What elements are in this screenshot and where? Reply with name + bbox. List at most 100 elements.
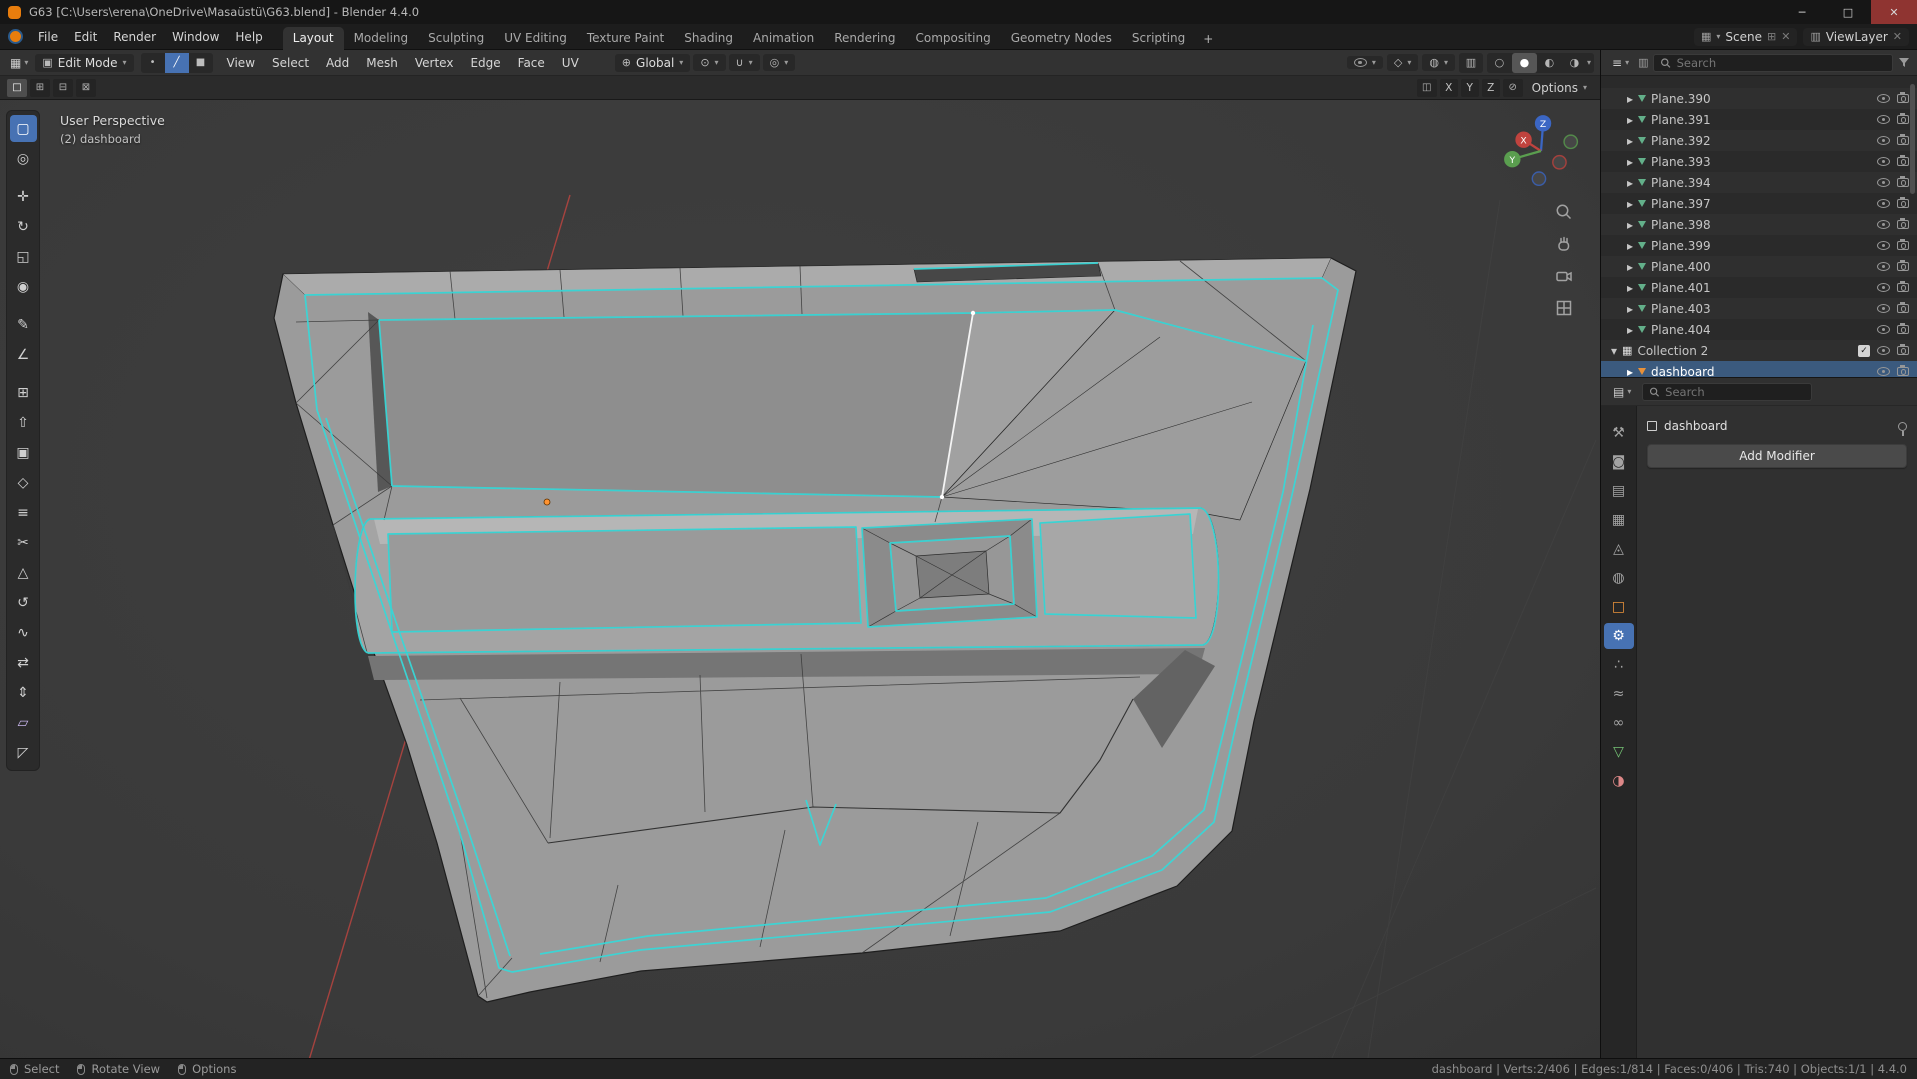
vertex-select-button[interactable]: • — [141, 53, 165, 73]
outliner-row[interactable]: ▸ Plane.399 — [1601, 235, 1917, 256]
menu-render[interactable]: Render — [105, 24, 164, 50]
menu-edge[interactable]: Edge — [463, 50, 507, 76]
disable-render-icon[interactable] — [1897, 94, 1909, 103]
outliner-row[interactable]: ▸ Plane.390 — [1601, 88, 1917, 109]
workspace-tab-sculpting[interactable]: Sculpting — [418, 27, 494, 50]
hide-viewport-icon[interactable] — [1877, 325, 1890, 334]
gizmos-dropdown[interactable]: ◇ ▾ — [1387, 54, 1418, 71]
tool-loop-cut[interactable]: ≡ — [10, 499, 37, 526]
disable-render-icon[interactable] — [1897, 220, 1909, 229]
hide-viewport-icon[interactable] — [1877, 346, 1890, 355]
maximize-button[interactable]: □ — [1825, 0, 1871, 24]
expand-icon[interactable]: ▸ — [1627, 302, 1633, 316]
mesh-object-dashboard[interactable] — [0, 100, 1600, 1058]
workspace-tab-layout[interactable]: Layout — [283, 27, 344, 50]
expand-icon[interactable]: ▸ — [1627, 92, 1633, 106]
expand-icon[interactable]: ▸ — [1627, 323, 1633, 337]
workspace-tab-rendering[interactable]: Rendering — [824, 27, 905, 50]
display-mode-icon[interactable]: ▥ — [1638, 56, 1648, 69]
hide-viewport-icon[interactable] — [1877, 241, 1890, 250]
select-extend-button[interactable]: ⊞ — [30, 79, 50, 97]
tab-physics[interactable]: ≈ — [1604, 681, 1634, 707]
hide-viewport-icon[interactable] — [1877, 136, 1890, 145]
tool-smooth[interactable]: ∿ — [10, 619, 37, 646]
tool-bevel[interactable]: ◇ — [10, 469, 37, 496]
tab-particles[interactable]: ∴ — [1604, 652, 1634, 678]
mirror-y-toggle[interactable]: Y — [1461, 79, 1479, 97]
tool-measure[interactable]: ∠ — [10, 341, 37, 368]
select-subtract-button[interactable]: ⊟ — [53, 79, 73, 97]
outliner-row[interactable]: ▸ Plane.393 — [1601, 151, 1917, 172]
outliner-search-input[interactable] — [1677, 56, 1886, 70]
menu-uv[interactable]: UV — [555, 50, 586, 76]
camera-view-icon[interactable] — [1554, 266, 1574, 286]
tool-scale[interactable]: ◱ — [10, 243, 37, 270]
menu-mesh[interactable]: Mesh — [359, 50, 405, 76]
hide-viewport-icon[interactable] — [1877, 178, 1890, 187]
tab-world[interactable]: ◍ — [1604, 565, 1634, 591]
mode-dropdown[interactable]: ▣ Edit Mode ▾ — [35, 54, 133, 72]
disable-render-icon[interactable] — [1897, 283, 1909, 292]
workspace-tab-uv-editing[interactable]: UV Editing — [494, 27, 577, 50]
tab-object[interactable]: □ — [1604, 594, 1634, 620]
outliner-row[interactable]: ▸ Plane.403 — [1601, 298, 1917, 319]
tool-add-cube[interactable]: ⊞ — [10, 379, 37, 406]
outliner-row[interactable]: ▸ Plane.400 — [1601, 256, 1917, 277]
tool-poly-build[interactable]: △ — [10, 559, 37, 586]
editor-type-button[interactable]: ▦ ▾ — [6, 56, 32, 70]
mirror-z-toggle[interactable]: Z — [1482, 79, 1500, 97]
mirror-icon[interactable]: ◫ — [1417, 79, 1437, 97]
viewport-canvas[interactable]: ▢ ◎ ✛ ↻ ◱ ◉ ✎ ∠ ⊞ ⇧ ▣ ◇ ≡ ✂ △ ↺ ∿ — [0, 100, 1600, 1058]
mirror-x-toggle[interactable]: X — [1440, 79, 1458, 97]
outliner-row[interactable]: ▸ Plane.391 — [1601, 109, 1917, 130]
expand-icon[interactable]: ▸ — [1627, 155, 1633, 169]
collection-checkbox[interactable]: ✓ — [1858, 345, 1870, 357]
zoom-icon[interactable] — [1554, 202, 1574, 222]
menu-edit[interactable]: Edit — [66, 24, 105, 50]
pin-icon[interactable] — [1898, 422, 1907, 431]
expand-icon[interactable]: ▸ — [1627, 134, 1633, 148]
expand-icon[interactable]: ▸ — [1627, 176, 1633, 190]
workspace-tab-animation[interactable]: Animation — [743, 27, 824, 50]
tool-select-box[interactable]: ▢ — [10, 115, 37, 142]
blender-logo-icon[interactable] — [8, 29, 23, 44]
options-dropdown[interactable]: Options ▾ — [1526, 81, 1593, 95]
disable-render-icon[interactable] — [1897, 178, 1909, 187]
pan-hand-icon[interactable] — [1554, 234, 1574, 254]
menu-help[interactable]: Help — [227, 24, 270, 50]
properties-search-input[interactable] — [1665, 385, 1805, 399]
add-modifier-button[interactable]: Add Modifier — [1647, 444, 1907, 468]
hide-viewport-icon[interactable] — [1877, 367, 1890, 376]
disable-render-icon[interactable] — [1897, 325, 1909, 334]
hide-viewport-icon[interactable] — [1877, 199, 1890, 208]
viewlayer-selector[interactable]: ▥ ViewLayer ✕ — [1803, 28, 1909, 46]
snap-dropdown[interactable]: ∪ ▾ — [729, 54, 760, 71]
hide-viewport-icon[interactable] — [1877, 262, 1890, 271]
disable-render-icon[interactable] — [1897, 262, 1909, 271]
expand-icon[interactable]: ▸ — [1627, 239, 1633, 253]
tool-spin[interactable]: ↺ — [10, 589, 37, 616]
disable-render-icon[interactable] — [1897, 304, 1909, 313]
tool-shrink-fatten[interactable]: ⇕ — [10, 679, 37, 706]
tool-cursor[interactable]: ◎ — [10, 145, 37, 172]
tab-output[interactable]: ▤ — [1604, 478, 1634, 504]
expand-icon[interactable]: ▸ — [1627, 218, 1633, 232]
add-workspace-button[interactable]: + — [1195, 28, 1221, 50]
outliner-row[interactable]: ▸ Plane.394 — [1601, 172, 1917, 193]
workspace-tab-geometry-nodes[interactable]: Geometry Nodes — [1001, 27, 1122, 50]
xray-toggle[interactable]: ▥ — [1459, 53, 1483, 73]
tab-constraints[interactable]: ∞ — [1604, 710, 1634, 736]
disable-render-icon[interactable] — [1897, 115, 1909, 124]
scene-selector[interactable]: ▦ ▾ Scene ⊞ ✕ — [1694, 28, 1797, 46]
outliner-row[interactable]: ▸ Plane.401 — [1601, 277, 1917, 298]
outliner-row[interactable]: ▸ Plane.397 — [1601, 193, 1917, 214]
workspace-tab-compositing[interactable]: Compositing — [905, 27, 1000, 50]
tool-transform[interactable]: ◉ — [10, 273, 37, 300]
gizmo-x-label[interactable]: X — [1520, 135, 1527, 146]
expand-icon[interactable]: ▸ — [1627, 260, 1633, 274]
menu-face[interactable]: Face — [511, 50, 552, 76]
overlays-dropdown[interactable]: ◍ ▾ — [1422, 54, 1455, 71]
wireframe-shading-button[interactable]: ○ — [1487, 53, 1512, 73]
outliner-scrollbar[interactable] — [1910, 84, 1915, 194]
tool-inset-faces[interactable]: ▣ — [10, 439, 37, 466]
